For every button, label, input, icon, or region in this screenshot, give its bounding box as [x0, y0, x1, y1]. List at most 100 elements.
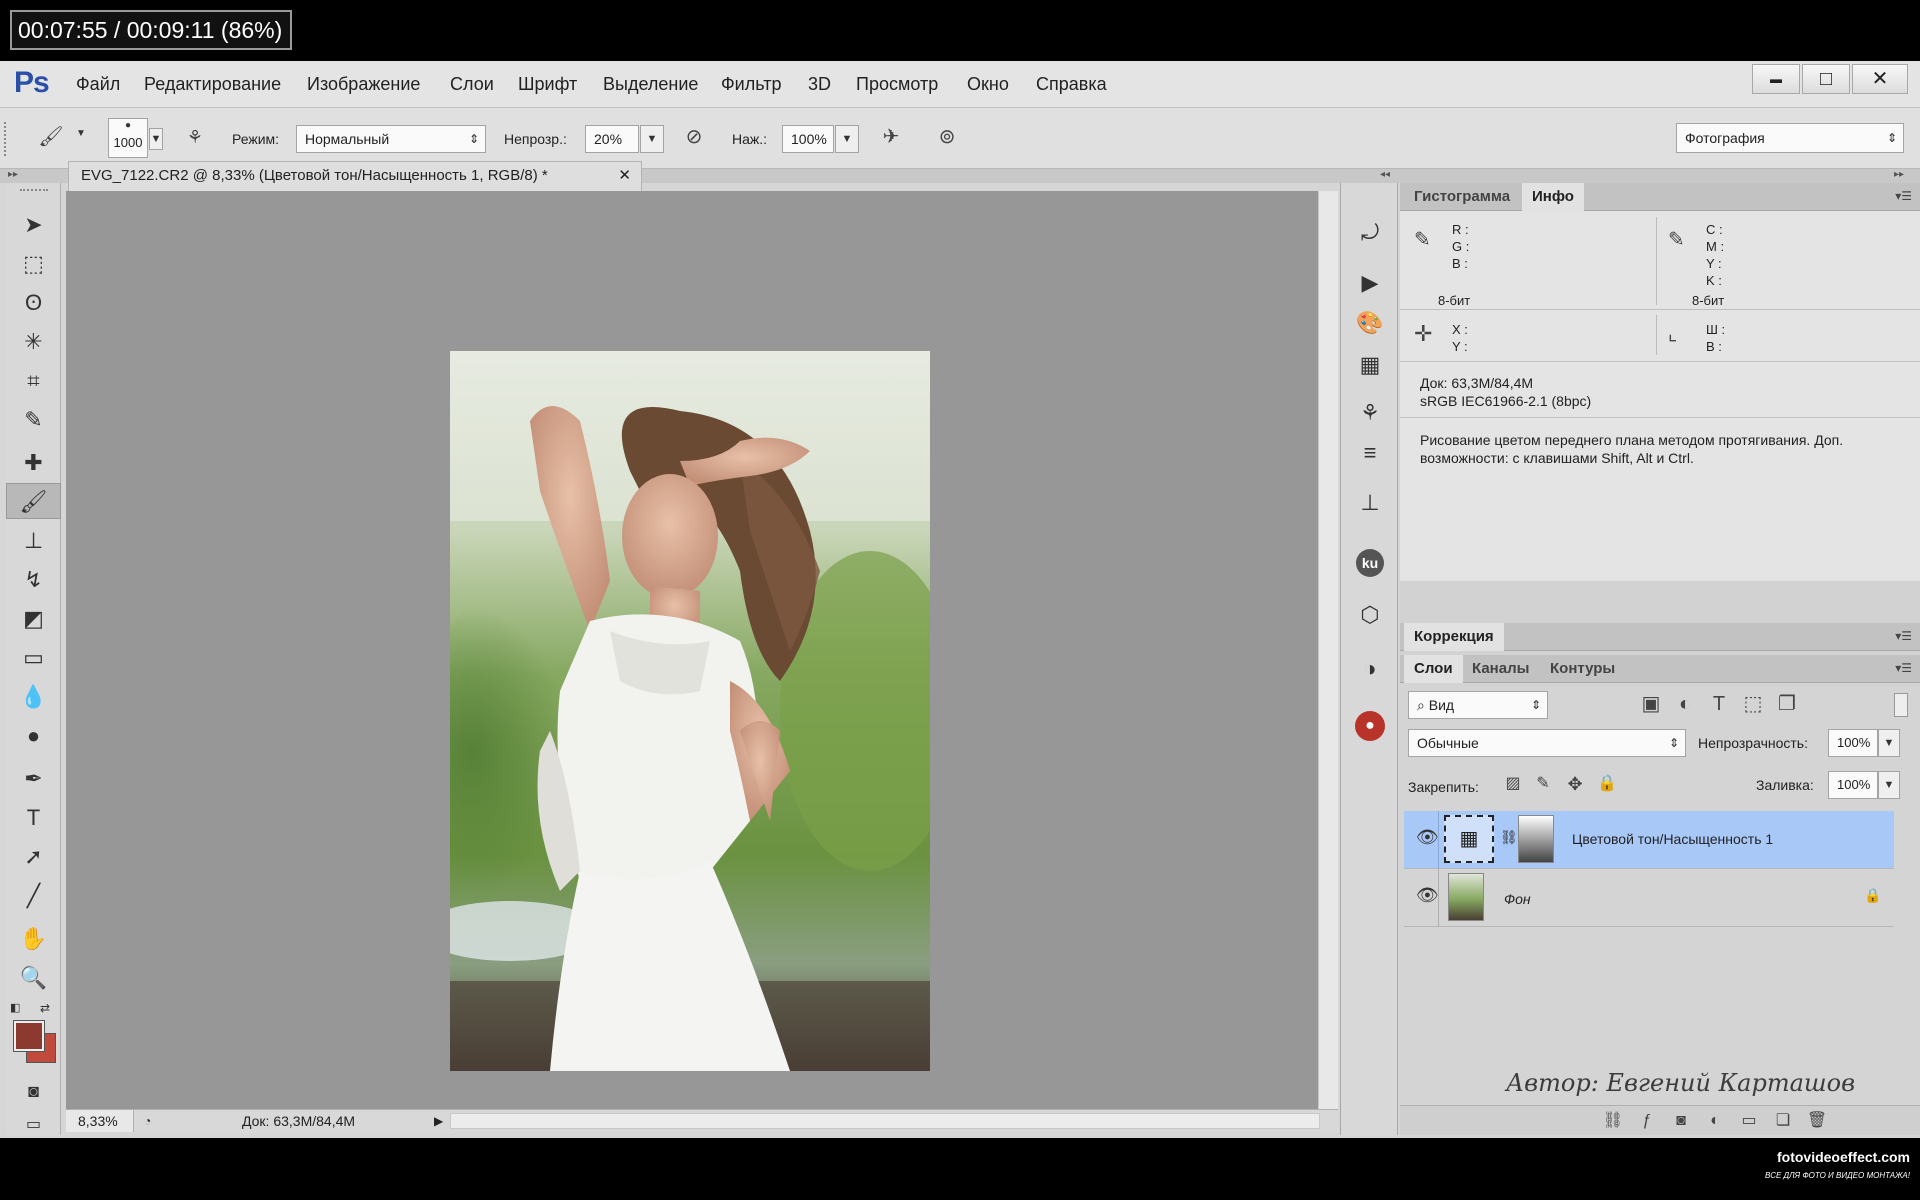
blend-mode-select[interactable]: Обычные ⇕	[1408, 729, 1686, 757]
lock-all-icon[interactable]: 🔒	[1594, 769, 1620, 799]
layer-name[interactable]: Фон	[1504, 891, 1531, 907]
fill-input[interactable]: 100%	[1828, 771, 1878, 799]
airbrush-icon[interactable]: ✈	[874, 122, 908, 152]
document-tab[interactable]: EVG_7122.CR2 @ 8,33% (Цветовой тон/Насыщ…	[68, 161, 642, 191]
filter-type-icon[interactable]: T	[1704, 689, 1734, 719]
visibility-eye-icon[interactable]: 👁	[1416, 827, 1439, 848]
close-button[interactable]: ✕	[1852, 64, 1908, 94]
maximize-button[interactable]: □	[1802, 64, 1850, 94]
layer-style-icon[interactable]: ƒ	[1634, 1106, 1660, 1136]
filter-shape-icon[interactable]: ⬚	[1738, 689, 1768, 719]
menu-type[interactable]: Шрифт	[518, 74, 577, 95]
minimize-button[interactable]: ▬	[1752, 64, 1800, 94]
new-layer-icon[interactable]: ❏	[1770, 1106, 1796, 1136]
adjustment-thumbnail-icon[interactable]: ▦	[1444, 815, 1494, 863]
menu-layers[interactable]: Слои	[450, 74, 494, 95]
opacity-arrow-icon[interactable]: ▼	[640, 125, 664, 153]
magic-wand-tool-icon[interactable]: ✳	[6, 324, 61, 360]
vertical-scrollbar[interactable]	[1318, 191, 1338, 1109]
healing-brush-tool-icon[interactable]: ✚	[6, 445, 61, 481]
filter-adjustment-icon[interactable]: ◐	[1670, 689, 1700, 719]
eraser-tool-icon[interactable]: ◩	[6, 601, 61, 637]
flow-arrow-icon[interactable]: ▼	[835, 125, 859, 153]
actions-panel-icon[interactable]: ▶	[1341, 263, 1399, 303]
size-pressure-icon[interactable]: ⊚	[930, 122, 964, 152]
default-colors-icon[interactable]: ◧	[10, 1001, 20, 1014]
color-panel-icon[interactable]: 🎨	[1341, 303, 1399, 343]
filter-toggle[interactable]	[1894, 693, 1908, 717]
link-layers-icon[interactable]: ⛓	[1600, 1106, 1626, 1136]
brush-size-arrow-icon[interactable]: ▼	[149, 128, 163, 150]
swap-colors-icon[interactable]: ⇄	[40, 1001, 50, 1015]
layer-row-background[interactable]: 👁 Фон 🔒	[1404, 869, 1894, 927]
mode-select[interactable]: Нормальный ⇕	[296, 125, 486, 153]
opacity-pressure-icon[interactable]: ⊘	[678, 122, 710, 152]
close-document-icon[interactable]: ✕	[618, 162, 631, 190]
menu-3d[interactable]: 3D	[808, 74, 831, 95]
history-brush-tool-icon[interactable]: ↯	[6, 562, 61, 598]
layer-filter-select[interactable]: ⌕ Вид ⇕	[1408, 691, 1548, 719]
menu-help[interactable]: Справка	[1036, 74, 1107, 95]
panel-menu-icon[interactable]: ▾☰	[1895, 189, 1912, 203]
menu-image[interactable]: Изображение	[307, 74, 420, 95]
3d-panel-icon[interactable]: ⬡	[1341, 595, 1399, 635]
brush-panel-icon[interactable]: ⚘	[1341, 393, 1399, 433]
status-info-icon[interactable]: ◔	[144, 1110, 151, 1132]
path-selection-tool-icon[interactable]: ➚	[6, 839, 61, 875]
brush-tool-icon[interactable]: 🖌	[34, 122, 68, 152]
history-panel-icon[interactable]: ⤾	[1341, 213, 1399, 253]
visibility-eye-icon[interactable]: 👁	[1416, 885, 1439, 906]
photo-image[interactable]	[450, 351, 930, 1071]
link-chain-icon[interactable]: ⛓	[1500, 829, 1518, 846]
menu-view[interactable]: Просмотр	[856, 74, 938, 95]
layer-row-hue-saturation[interactable]: 👁 ▦ ⛓ Цветовой тон/Насыщенность 1	[1404, 811, 1894, 869]
eyedropper-tool-icon[interactable]: ✎	[6, 402, 61, 438]
layer-mask-thumbnail[interactable]	[1518, 815, 1554, 863]
opacity-input[interactable]: 20%	[585, 125, 639, 153]
lock-transparent-icon[interactable]: ▨	[1500, 769, 1526, 799]
fill-arrow-icon[interactable]: ▼	[1878, 771, 1900, 799]
brush-size-picker[interactable]: ● 1000	[108, 118, 148, 158]
lock-pixels-icon[interactable]: ✎	[1530, 769, 1556, 799]
gradient-tool-icon[interactable]: ▭	[6, 640, 61, 676]
brush-tool-icon[interactable]: 🖌	[6, 483, 61, 519]
blur-tool-icon[interactable]: 💧	[6, 679, 61, 715]
lock-position-icon[interactable]: ✥	[1562, 769, 1588, 799]
tab-adjustments[interactable]: Коррекция	[1404, 623, 1504, 651]
dodge-tool-icon[interactable]: ●	[6, 718, 61, 754]
quick-mask-icon[interactable]: ◙	[6, 1073, 61, 1109]
filter-pixel-icon[interactable]: ▣	[1636, 689, 1666, 719]
menu-file[interactable]: Файл	[76, 74, 120, 95]
swatches-panel-icon[interactable]: ▦	[1341, 345, 1399, 385]
foreground-color-swatch[interactable]	[13, 1020, 45, 1052]
menu-edit[interactable]: Редактирование	[144, 74, 281, 95]
expand-tools-icon[interactable]: ▸▸	[8, 169, 18, 180]
tab-paths[interactable]: Контуры	[1540, 655, 1625, 683]
screen-mode-icon[interactable]: ▭	[6, 1107, 61, 1138]
panel-menu-icon[interactable]: ▾☰	[1895, 629, 1912, 643]
move-tool-icon[interactable]: ➤	[6, 207, 61, 243]
layer-opacity-input[interactable]: 100%	[1828, 729, 1878, 757]
workspace-select[interactable]: Фотография ⇕	[1676, 123, 1904, 153]
hand-tool-icon[interactable]: ✋	[6, 921, 61, 957]
menu-select[interactable]: Выделение	[603, 74, 698, 95]
pen-tool-icon[interactable]: ✒	[6, 761, 61, 797]
brush-panel-icon[interactable]: ⚘	[178, 122, 212, 152]
type-tool-icon[interactable]: T	[6, 800, 61, 836]
zoom-level[interactable]: 8,33%	[66, 1110, 134, 1132]
mask-panel-icon[interactable]: ◑	[1341, 649, 1399, 689]
collapse-icons-icon[interactable]: ◂◂	[1380, 169, 1390, 180]
flow-input[interactable]: 100%	[782, 125, 834, 153]
plugin-panel-icon[interactable]: ●	[1341, 703, 1399, 743]
clone-source-icon[interactable]: ⊥	[1341, 483, 1399, 523]
layer-name[interactable]: Цветовой тон/Насыщенность 1	[1572, 831, 1773, 847]
panel-menu-icon[interactable]: ▾☰	[1895, 661, 1912, 675]
tool-preset-arrow-icon[interactable]: ▼	[76, 128, 86, 139]
tab-histogram[interactable]: Гистограмма	[1404, 183, 1520, 211]
brush-presets-icon[interactable]: ≡	[1341, 433, 1399, 473]
new-adjustment-icon[interactable]: ◐	[1702, 1106, 1728, 1136]
filter-smart-object-icon[interactable]: ❐	[1772, 689, 1802, 719]
add-mask-icon[interactable]: ◙	[1668, 1106, 1694, 1136]
canvas-area[interactable]	[66, 191, 1318, 1109]
horizontal-scrollbar[interactable]	[450, 1113, 1320, 1129]
